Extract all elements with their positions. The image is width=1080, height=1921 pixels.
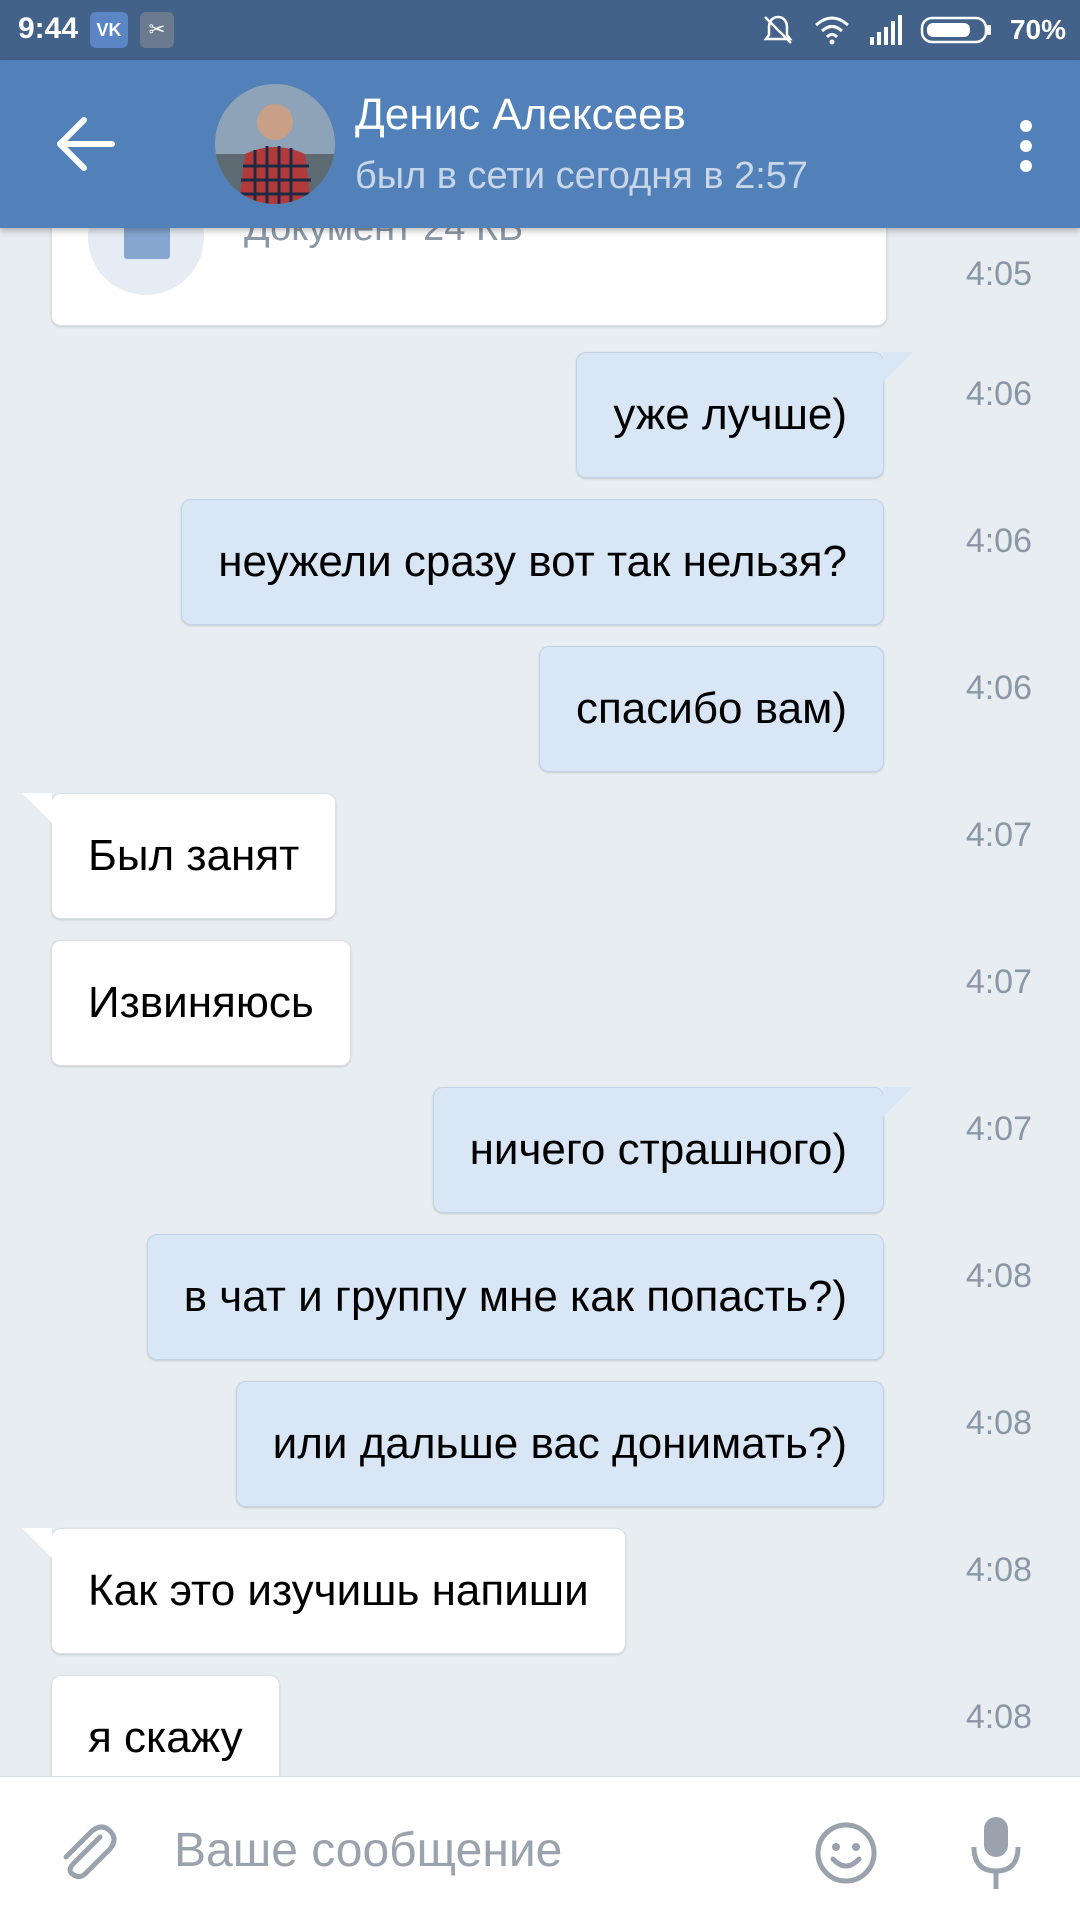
message-incoming[interactable]: Как это изучишь напиши <box>22 1528 626 1654</box>
more-vertical-icon <box>1020 120 1032 172</box>
mute-icon <box>763 15 793 44</box>
paperclip-icon <box>63 1824 117 1880</box>
message-time: 4:08 <box>965 1698 1032 1736</box>
message-outgoing[interactable]: уже лучше) <box>576 352 913 478</box>
message-text: в чат и группу мне как попасть?) <box>183 1272 847 1321</box>
message-time: 4:07 <box>965 816 1032 854</box>
signal-icon <box>869 15 902 45</box>
message-outgoing[interactable]: спасибо вам) <box>538 646 884 772</box>
document-icon <box>88 228 204 295</box>
microphone-icon <box>971 1817 1021 1889</box>
message-time: 4:06 <box>965 375 1032 413</box>
message-outgoing[interactable]: ничего страшного) <box>432 1087 914 1213</box>
message-text: Как это изучишь напиши <box>88 1566 589 1615</box>
message-time: 4:08 <box>965 1551 1032 1589</box>
back-button[interactable] <box>50 112 120 176</box>
battery-percent: 70% <box>1009 14 1066 45</box>
contact-status: был в сети сегодня в 2:57 <box>355 155 809 197</box>
voice-message-button[interactable] <box>970 1815 1022 1891</box>
message-text: или дальше вас донимать?) <box>272 1419 847 1468</box>
battery-icon <box>920 16 991 44</box>
wifi-icon <box>814 16 849 45</box>
message-time: 4:08 <box>965 1257 1032 1295</box>
message-time: 4:07 <box>965 963 1032 1001</box>
smile-icon <box>815 1822 877 1884</box>
message-input[interactable] <box>172 1813 776 1887</box>
attach-button[interactable] <box>52 1817 122 1887</box>
more-menu-button[interactable] <box>1014 118 1038 174</box>
message-text: ничего страшного) <box>469 1125 847 1174</box>
message-outgoing[interactable]: или дальше вас донимать?) <box>235 1381 884 1507</box>
message-text: неужели сразу вот так нельзя? <box>218 537 847 586</box>
arrow-left-icon <box>57 117 115 171</box>
message-incoming[interactable]: Был занят <box>21 793 337 919</box>
emoji-button[interactable] <box>814 1821 878 1885</box>
message-incoming[interactable]: я скажу <box>51 1675 280 1776</box>
message-time: 4:07 <box>965 1110 1032 1148</box>
message-time: 4:06 <box>965 522 1032 560</box>
message-time: 4:05 <box>965 255 1032 293</box>
message-outgoing[interactable]: неужели сразу вот так нельзя? <box>181 499 884 625</box>
contact-name[interactable]: Денис Алексеев <box>355 90 686 140</box>
message-time: 4:08 <box>965 1404 1032 1442</box>
status-bar: 9:44 VK ✂ 70% <box>0 0 1080 60</box>
message-list[interactable]: Документ 24 КБ 4:05 уже лучше) 4:06 неуж… <box>0 228 1080 1776</box>
message-text: Был занят <box>88 831 300 880</box>
chat-header: Денис Алексеев был в сети сегодня в 2:57 <box>0 60 1080 228</box>
message-composer <box>0 1776 1080 1921</box>
document-attachment[interactable]: Документ 24 КБ <box>51 228 887 326</box>
message-outgoing[interactable]: в чат и группу мне как попасть?) <box>146 1234 884 1360</box>
status-time: 9:44 <box>18 12 79 45</box>
message-text: спасибо вам) <box>575 684 847 733</box>
message-incoming[interactable]: Извиняюсь <box>51 940 351 1066</box>
document-size: Документ 24 КБ <box>244 228 524 249</box>
message-text: Извиняюсь <box>88 978 314 1027</box>
app-icon: ✂ <box>140 12 174 48</box>
message-text: уже лучше) <box>613 390 847 439</box>
vk-icon: VK <box>90 12 128 48</box>
message-text: я скажу <box>88 1713 243 1762</box>
message-time: 4:06 <box>965 669 1032 707</box>
avatar[interactable] <box>215 84 335 204</box>
